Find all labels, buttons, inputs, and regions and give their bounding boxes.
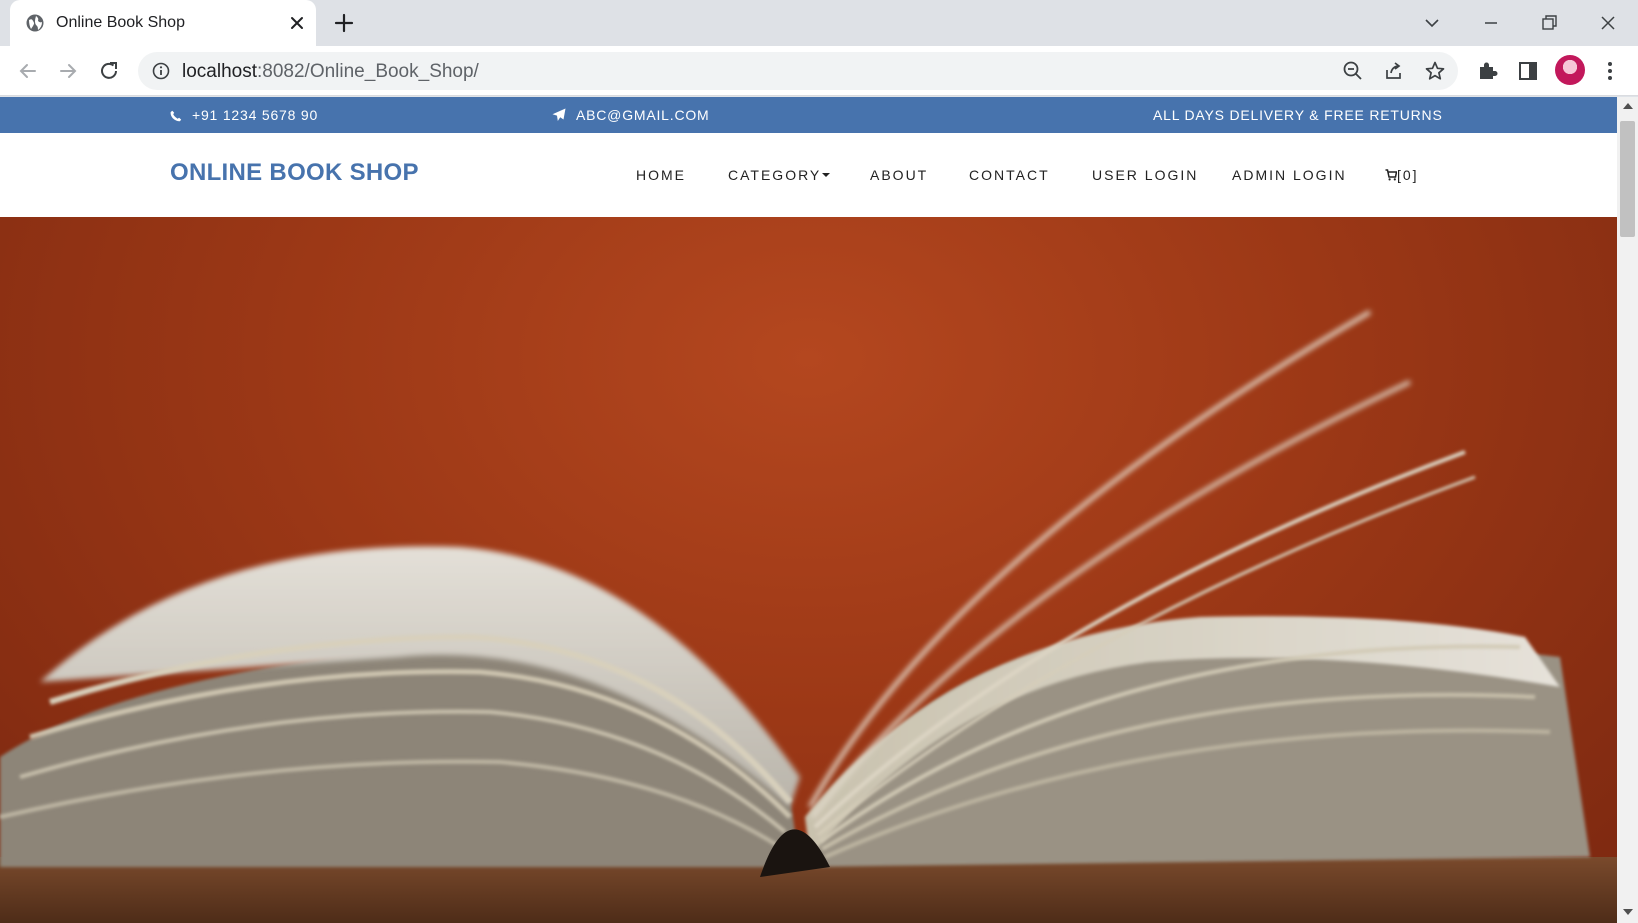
menu-icon[interactable] [1597, 58, 1623, 84]
nav-about[interactable]: ABOUT [870, 167, 928, 183]
browser-tab[interactable]: Online Book Shop [10, 0, 316, 46]
browser-toolbar: localhost:8082/Online_Book_Shop/ [0, 46, 1638, 96]
page-viewport: +91 1234 5678 90 ABC@GMAIL.COM ALL DAYS … [0, 97, 1638, 923]
close-window-icon[interactable] [1595, 10, 1621, 36]
site-logo[interactable]: ONLINE BOOK SHOP [170, 159, 419, 187]
open-book-image [0, 310, 1617, 923]
restore-icon[interactable] [1536, 10, 1562, 36]
email-contact: ABC@GMAIL.COM [552, 107, 710, 123]
nav-cart[interactable]: [0] [1385, 167, 1419, 183]
nav-category-label: CATEGORY [728, 167, 822, 183]
scroll-down-arrow-icon[interactable] [1623, 909, 1633, 915]
plus-icon[interactable] [333, 12, 355, 34]
info-topbar: +91 1234 5678 90 ABC@GMAIL.COM ALL DAYS … [0, 97, 1617, 133]
nav-home[interactable]: HOME [636, 167, 686, 183]
reload-icon[interactable] [97, 59, 121, 83]
chevron-down-icon[interactable] [1419, 10, 1445, 36]
url-text[interactable]: localhost:8082/Online_Book_Shop/ [182, 61, 479, 83]
nav-contact[interactable]: CONTACT [969, 167, 1050, 183]
hero-banner [0, 217, 1617, 923]
share-icon[interactable] [1383, 60, 1405, 82]
extensions-icon[interactable] [1475, 58, 1501, 84]
star-icon[interactable] [1424, 60, 1446, 82]
url-path: :8082/Online_Book_Shop/ [257, 61, 479, 82]
nav-admin-login[interactable]: ADMIN LOGIN [1232, 167, 1347, 183]
nav-category[interactable]: CATEGORY [728, 167, 831, 183]
scrollbar-thumb[interactable] [1620, 121, 1635, 237]
url-host: localhost [182, 61, 257, 82]
forward-arrow-icon[interactable] [56, 59, 80, 83]
back-arrow-icon[interactable] [16, 59, 40, 83]
cart-icon [1385, 169, 1398, 181]
page-scrollbar[interactable] [1617, 97, 1638, 923]
scroll-up-arrow-icon[interactable] [1623, 103, 1633, 109]
tab-title: Online Book Shop [56, 14, 185, 31]
nav-user-login[interactable]: USER LOGIN [1092, 167, 1198, 183]
side-panel-icon[interactable] [1515, 58, 1541, 84]
browser-tab-strip: Online Book Shop [0, 0, 1638, 46]
paper-plane-icon [552, 108, 566, 121]
cart-count: [0] [1397, 167, 1419, 183]
close-icon[interactable] [286, 12, 308, 34]
minimize-icon[interactable] [1478, 10, 1504, 36]
phone-contact: +91 1234 5678 90 [170, 107, 318, 123]
zoom-out-icon[interactable] [1342, 60, 1364, 82]
caret-down-icon [822, 173, 831, 177]
promo-text: ALL DAYS DELIVERY & FREE RETURNS [1153, 107, 1443, 123]
info-icon[interactable] [152, 62, 170, 80]
address-bar[interactable]: localhost:8082/Online_Book_Shop/ [138, 52, 1458, 90]
phone-number: +91 1234 5678 90 [192, 107, 319, 123]
globe-icon [26, 14, 44, 32]
main-navbar: ONLINE BOOK SHOP HOME CATEGORY ABOUT CON… [0, 133, 1617, 217]
profile-avatar[interactable] [1555, 55, 1585, 85]
phone-icon [170, 110, 182, 122]
email-address: ABC@GMAIL.COM [576, 107, 710, 123]
